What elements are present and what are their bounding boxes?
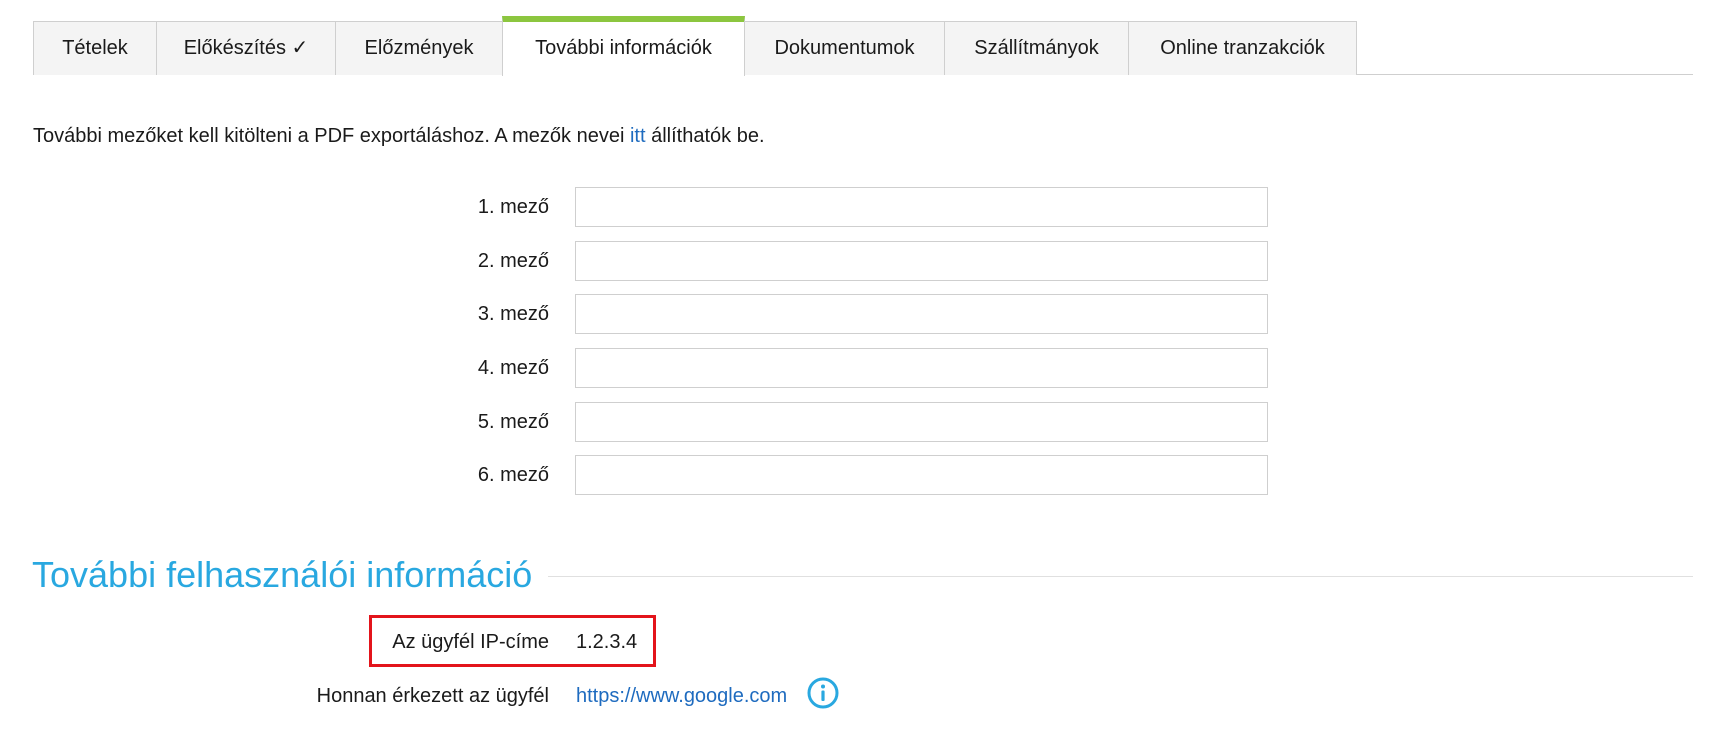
field-6-input[interactable] [575,455,1268,495]
tab-tetelek[interactable]: Tételek [33,21,157,75]
field-6-label: 6. mező [477,464,549,486]
ip-value: 1.2.3.4 [576,631,638,653]
field-2-input[interactable] [575,241,1268,281]
section-title: További felhasználói információ [32,554,533,595]
referrer-link[interactable]: https://www.google.com [576,683,787,709]
referrer-label: Honnan érkezett az ügyfél [316,685,549,707]
field-1-input[interactable] [575,187,1268,227]
tab-elozmenyek[interactable]: Előzmények [335,21,503,75]
tab-online-tranzakciok[interactable]: Online tranzakciók [1128,21,1357,75]
field-3-label: 3. mező [477,303,549,325]
field-4-input[interactable] [575,348,1268,388]
field-5-label: 5. mező [477,411,549,433]
intro-text-before: További mezőket kell kitölteni a PDF exp… [33,125,630,147]
info-circle-icon[interactable] [807,677,839,709]
section-divider [548,576,1693,577]
settings-link[interactable]: itt [630,125,646,147]
tab-tovabbi-informaciok[interactable]: További információk [502,16,745,76]
field-5-input[interactable] [575,402,1268,442]
intro-text-after: állíthatók be. [645,125,765,147]
tab-bar: Tételek Előkészítés ✓ Előzmények További… [33,16,1693,76]
tab-szallitmanyok[interactable]: Szállítmányok [944,21,1129,75]
tab-dokumentumok[interactable]: Dokumentumok [744,21,945,75]
field-3-input[interactable] [575,294,1268,334]
field-4-label: 4. mező [477,357,549,379]
field-1-label: 1. mező [477,196,549,218]
intro-text: További mezőket kell kitölteni a PDF exp… [33,123,765,149]
ip-label: Az ügyfél IP-címe [392,631,549,653]
tab-elokeszites[interactable]: Előkészítés ✓ [156,21,336,75]
field-2-label: 2. mező [477,250,549,272]
